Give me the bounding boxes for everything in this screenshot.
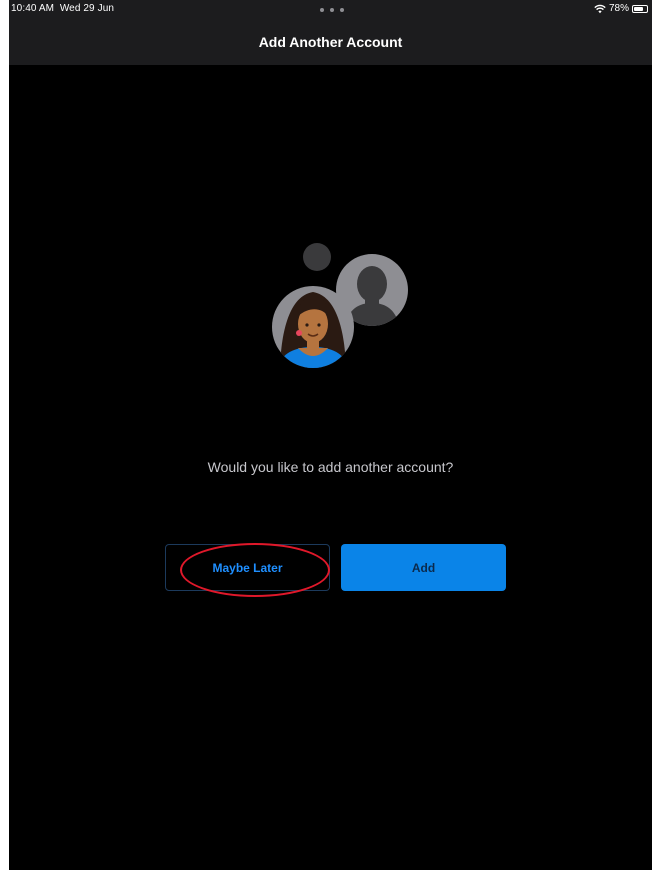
status-time: 10:40 AM Wed 29 Jun — [11, 3, 114, 14]
add-account-prompt: Would you like to add another account? — [207, 459, 454, 475]
add-account-illustration — [272, 243, 408, 368]
add-label: Add — [411, 560, 436, 575]
battery-fill — [634, 6, 644, 11]
page-title: Add Another Account — [258, 34, 403, 50]
battery-icon — [632, 4, 648, 13]
maybe-later-label: Maybe Later — [212, 560, 283, 575]
status-date-value: Wed 29 Jun — [59, 3, 115, 14]
add-button[interactable]: Add — [341, 544, 506, 591]
status-bar: 10:40 AM Wed 29 Jun 78% — [9, 0, 652, 18]
maybe-later-button[interactable]: Maybe Later — [165, 544, 330, 591]
navigation-bar: Add Another Account — [9, 18, 652, 65]
wifi-icon — [594, 4, 606, 13]
small-dot-icon — [303, 243, 331, 271]
status-time-value: 10:40 AM — [11, 3, 55, 14]
app-screen: 10:40 AM Wed 29 Jun 78% Add Another Acco… — [9, 0, 652, 870]
battery-percent: 78% — [608, 3, 629, 14]
more-dots-icon[interactable] — [320, 8, 344, 12]
status-indicators: 78% — [594, 3, 648, 14]
